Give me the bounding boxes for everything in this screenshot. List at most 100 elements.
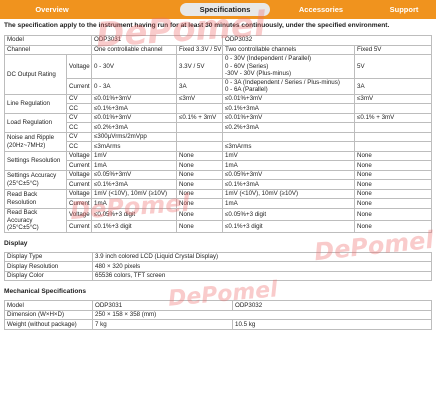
spec-value: ≤0.2%+3mA (222, 122, 356, 133)
spec-sublabel: CC (65, 103, 93, 114)
tab-hidden[interactable] (108, 3, 168, 16)
tab-specifications[interactable]: Specifications (180, 3, 270, 16)
spec-value: ≤0.2%+3mA (91, 122, 178, 133)
spec-value: ≤0.1%+3mA (222, 179, 356, 190)
display-section-title: Display (4, 239, 28, 247)
spec-label: Noise and Ripple (20Hz~7MHz) (4, 131, 67, 152)
display-value: 65536 colors, TFT screen (92, 270, 432, 282)
spec-value: None (176, 169, 224, 181)
mechanical-label: Weight (without package) (4, 319, 93, 330)
spec-value: Two controllable channels (222, 44, 356, 55)
spec-value: 3A (354, 77, 433, 95)
spec-value: 3A (176, 77, 224, 95)
tab-support[interactable]: Support (372, 3, 436, 16)
spec-value (176, 131, 224, 143)
spec-value: 0 - 30V (91, 54, 178, 79)
spec-row: Load Regulation CV ≤0.01%+3mV ≤0.1% + 3mV ≤0… (4, 112, 433, 133)
spec-value: None (354, 169, 433, 181)
spec-value: None (354, 160, 433, 171)
tab-overview[interactable]: Overview (22, 3, 82, 16)
spec-value (176, 141, 224, 152)
spec-value (222, 131, 356, 143)
spec-sublabel: Current (65, 77, 93, 95)
spec-row: CC ≤0.1%+3mA ≤0.1%+3mA (5, 103, 433, 114)
spec-value: ≤0.05%+3mV (222, 169, 356, 181)
spec-value: None (176, 179, 224, 190)
display-row: Display Type 3.9 inch colored LCD (Liquid… (4, 251, 432, 263)
mechanical-value: ODP3032 (232, 300, 432, 311)
spec-row: DC Output Rating Voltage 0 - 30V 3.3V / 5V 0… (4, 54, 433, 95)
spec-value: 0 - 3A (Independent / Series / Plus-minu… (222, 77, 356, 95)
spec-value: None (354, 207, 433, 221)
spec-value: ≤0.05%+3 digit (91, 207, 178, 221)
spec-row: Model ODP3031 ODP3032 (3, 35, 433, 46)
mechanical-value: ODP3031 (92, 300, 233, 311)
spec-label: Channel (3, 44, 93, 55)
intro-text: The specification apply to the instrumen… (4, 22, 390, 29)
spec-label: Settings Resolution (4, 150, 67, 171)
mechanical-row: Model ODP3031 ODP3032 (4, 300, 432, 311)
spec-value: ≤0.1%+3mA (91, 179, 178, 190)
spec-value: None (176, 219, 224, 233)
spec-value: Fixed 3.3V / 5V (176, 44, 224, 55)
spec-value: ≤0.01%+3mV (91, 112, 178, 124)
display-value: 3.9 inch colored LCD (Liquid Crystal Dis… (92, 251, 432, 263)
spec-label: Load Regulation (4, 112, 67, 133)
spec-label: Read Back Resolution (4, 188, 67, 209)
spec-sublabel: Voltage (65, 150, 93, 162)
spec-row: CC ≤3mArms ≤3mArms (5, 141, 433, 152)
spec-value: ≤0.1%+3 digit (222, 219, 356, 233)
mechanical-section-title: Mechanical Specifications (4, 288, 87, 296)
spec-value (354, 131, 433, 143)
spec-value: None (176, 160, 224, 171)
spec-value: One controllable channel (91, 44, 178, 55)
spec-value: None (354, 219, 433, 233)
spec-value: ≤0.01%+3mV (222, 93, 356, 105)
spec-row: Read Back Accuracy (25°C±5°C) Voltage ≤0.05… (4, 207, 433, 233)
tab-accessories[interactable]: Accessories (282, 3, 360, 16)
spec-value: 1mA (91, 160, 178, 171)
spec-value: None (176, 150, 224, 162)
mechanical-label: Model (4, 300, 93, 311)
spec-value: ≤0.01%+3mV (222, 112, 356, 124)
spec-value: ≤0.1%+3mA (222, 103, 356, 114)
spec-value: ODP3031 (91, 35, 224, 46)
spec-value: None (176, 188, 224, 200)
spec-value: ≤3mArms (91, 141, 178, 152)
spec-sublabel: Voltage (65, 188, 93, 200)
display-label: Display Type (4, 251, 93, 263)
mechanical-row: Dimension (W×H×D) 250 × 158 × 358 (mm) (4, 309, 432, 321)
spec-row: Noise and Ripple (20Hz~7MHz) CV ≤300μVrms/2… (4, 131, 433, 152)
spec-value: ≤0.01%+3mV (91, 93, 178, 105)
spec-value: 1mV (222, 150, 356, 162)
spec-value: 0 - 3A (91, 77, 178, 95)
spec-value: ≤0.1% + 3mV (354, 112, 433, 124)
spec-value: 3.3V / 5V (176, 54, 224, 79)
display-value: 480 × 320 pixels (92, 261, 432, 272)
spec-label: Settings Accuracy (25°C±5°C) (4, 169, 67, 190)
spec-sublabel: CV (65, 112, 93, 124)
spec-sublabel: Current (65, 160, 93, 171)
spec-sublabel: CV (65, 93, 93, 105)
spec-row: Settings Resolution Voltage 1mV None 1mV None (4, 150, 433, 171)
spec-value: 1mV (<10V), 10mV (≥10V) (91, 188, 178, 200)
spec-value: None (176, 198, 224, 209)
spec-sublabel: CV (65, 131, 93, 143)
mechanical-table: Model ODP3031 ODP3032 Dimension (W×H×D) 250 … (4, 300, 432, 330)
mechanical-value: 10.5 kg (232, 319, 432, 330)
display-label: Display Color (4, 270, 93, 282)
spec-value: 1mA (222, 198, 356, 209)
spec-row: CC ≤0.2%+3mA ≤0.2%+3mA (5, 122, 433, 133)
spec-value: None (354, 188, 433, 200)
spec-row: Channel One controllable channel Fixed 3.3… (3, 44, 433, 55)
spec-value: ≤0.05%+3mV (91, 169, 178, 181)
spec-value: ≤3mV (176, 93, 224, 105)
spec-row: Current 1mA None 1mA None (5, 198, 433, 209)
spec-value (176, 103, 224, 114)
spec-value: Fixed 5V (354, 44, 433, 55)
spec-value: None (354, 179, 433, 190)
spec-value: 1mV (91, 150, 178, 162)
spec-table: Model ODP3031 ODP3032 Channel One controllab… (3, 35, 433, 233)
spec-value: None (176, 207, 224, 221)
spec-value: 1mV (<10V), 10mV (≥10V) (222, 188, 356, 200)
